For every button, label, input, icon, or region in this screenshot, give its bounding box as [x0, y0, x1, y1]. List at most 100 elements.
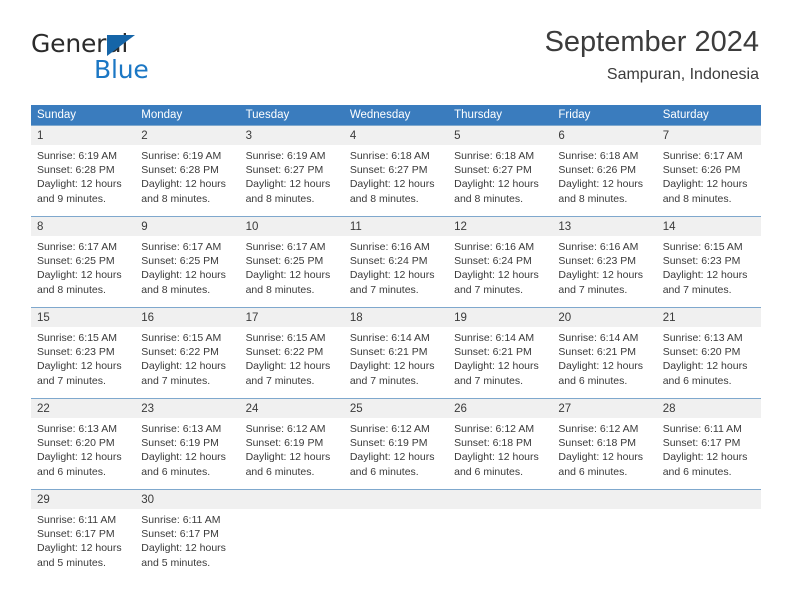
day-cell[interactable]: 19 Sunrise: 6:14 AM Sunset: 6:21 PM Dayl…: [448, 308, 553, 398]
day-cell[interactable]: 1 Sunrise: 6:19 AM Sunset: 6:28 PM Dayli…: [31, 126, 136, 216]
sunset-text: Sunset: 6:24 PM: [349, 255, 428, 268]
day-number: 18: [349, 312, 363, 324]
day-cell[interactable]: 7 Sunrise: 6:17 AM Sunset: 6:26 PM Dayli…: [656, 126, 761, 216]
day-cell[interactable]: 26 Sunrise: 6:12 AM Sunset: 6:18 PM Dayl…: [448, 399, 553, 489]
daylight-text-line1: Daylight: 12 hours: [141, 451, 226, 464]
day-number: 7: [662, 130, 670, 142]
day-cell[interactable]: 29 Sunrise: 6:11 AM Sunset: 6:17 PM Dayl…: [31, 490, 136, 580]
weekday-header-thursday: Thursday: [454, 109, 503, 121]
day-number: 5: [454, 130, 461, 142]
location-subtitle: Sampuran, Indonesia: [606, 66, 759, 84]
day-cell[interactable]: 23 Sunrise: 6:13 AM Sunset: 6:19 PM Dayl…: [135, 399, 240, 489]
sunrise-text: Sunrise: 6:11 AM: [662, 423, 742, 435]
day-number: 29: [37, 494, 50, 506]
day-cell[interactable]: 14 Sunrise: 6:15 AM Sunset: 6:23 PM Dayl…: [656, 217, 761, 307]
day-number: 24: [245, 403, 259, 415]
daylight-text-line2: and 5 minutes.: [37, 556, 106, 569]
day-cell[interactable]: 25 Sunrise: 6:12 AM Sunset: 6:19 PM Dayl…: [343, 399, 449, 489]
sunrise-text: Sunrise: 6:12 AM: [349, 423, 430, 435]
day-details: Sunrise: 6:11 AM Sunset: 6:17 PM Dayligh…: [135, 509, 239, 570]
sunset-text: Sunset: 6:23 PM: [558, 255, 637, 268]
day-details: Sunrise: 6:19 AM Sunset: 6:27 PM Dayligh…: [240, 145, 344, 206]
daylight-text-line2: and 6 minutes.: [245, 465, 315, 478]
calendar-page: General Blue September 2024 Sampuran, In…: [0, 0, 792, 612]
sunset-text: Sunset: 6:21 PM: [349, 346, 428, 359]
day-number: 23: [141, 403, 155, 415]
daylight-text-line1: Daylight: 12 hours: [454, 451, 539, 464]
day-cell[interactable]: 10 Sunrise: 6:17 AM Sunset: 6:25 PM Dayl…: [239, 217, 344, 307]
sunset-text: Sunset: 6:23 PM: [37, 346, 115, 359]
day-cell[interactable]: 5 Sunrise: 6:18 AM Sunset: 6:27 PM Dayli…: [448, 126, 553, 216]
sunrise-text: Sunrise: 6:11 AM: [37, 514, 117, 526]
weekday-header-sunday: Sunday: [37, 109, 77, 121]
day-cell[interactable]: 21 Sunrise: 6:13 AM Sunset: 6:20 PM Dayl…: [656, 308, 761, 398]
day-cell[interactable]: 3 Sunrise: 6:19 AM Sunset: 6:27 PM Dayli…: [239, 126, 344, 216]
sunrise-text: Sunrise: 6:18 AM: [454, 150, 535, 162]
day-cell[interactable]: 17 Sunrise: 6:15 AM Sunset: 6:22 PM Dayl…: [239, 308, 344, 398]
daylight-text-line2: and 6 minutes.: [558, 374, 628, 387]
daylight-text-line1: Daylight: 12 hours: [245, 451, 331, 464]
daylight-text-line2: and 8 minutes.: [37, 283, 106, 296]
day-cell[interactable]: 16 Sunrise: 6:15 AM Sunset: 6:22 PM Dayl…: [135, 308, 240, 398]
day-cell[interactable]: 13 Sunrise: 6:16 AM Sunset: 6:23 PM Dayl…: [552, 217, 657, 307]
day-number: 2: [141, 130, 148, 142]
day-details: Sunrise: 6:14 AM Sunset: 6:21 PM Dayligh…: [344, 327, 448, 388]
sunset-text: Sunset: 6:22 PM: [245, 346, 324, 359]
sunset-text: Sunset: 6:24 PM: [454, 255, 532, 268]
day-cell[interactable]: 2 Sunrise: 6:19 AM Sunset: 6:28 PM Dayli…: [135, 126, 240, 216]
day-details: Sunrise: 6:14 AM Sunset: 6:21 PM Dayligh…: [552, 327, 656, 388]
sunset-text: Sunset: 6:25 PM: [245, 255, 324, 268]
sunrise-text: Sunrise: 6:19 AM: [37, 150, 117, 162]
day-details: Sunrise: 6:16 AM Sunset: 6:24 PM Dayligh…: [448, 236, 552, 297]
day-number: 25: [349, 403, 363, 415]
day-number: 21: [662, 312, 676, 324]
day-details: Sunrise: 6:17 AM Sunset: 6:25 PM Dayligh…: [31, 236, 135, 297]
sunrise-text: Sunrise: 6:18 AM: [558, 150, 639, 162]
day-cell[interactable]: 28 Sunrise: 6:11 AM Sunset: 6:17 PM Dayl…: [656, 399, 761, 489]
day-cell[interactable]: 24 Sunrise: 6:12 AM Sunset: 6:19 PM Dayl…: [239, 399, 344, 489]
day-number: [552, 490, 656, 509]
sunrise-text: Sunrise: 6:12 AM: [454, 423, 535, 435]
day-details: Sunrise: 6:11 AM Sunset: 6:17 PM Dayligh…: [31, 509, 135, 570]
sunrise-text: Sunrise: 6:11 AM: [141, 514, 221, 526]
sunrise-text: Sunrise: 6:14 AM: [558, 332, 639, 344]
day-cell[interactable]: 9 Sunrise: 6:17 AM Sunset: 6:25 PM Dayli…: [135, 217, 240, 307]
sunrise-text: Sunrise: 6:17 AM: [245, 241, 326, 253]
day-cell[interactable]: 27 Sunrise: 6:12 AM Sunset: 6:18 PM Dayl…: [552, 399, 657, 489]
day-cell[interactable]: 18 Sunrise: 6:14 AM Sunset: 6:21 PM Dayl…: [343, 308, 449, 398]
sunrise-text: Sunrise: 6:13 AM: [662, 332, 743, 344]
daylight-text-line1: Daylight: 12 hours: [662, 451, 748, 464]
daylight-text-line2: and 6 minutes.: [349, 465, 419, 478]
day-cell[interactable]: 30 Sunrise: 6:11 AM Sunset: 6:17 PM Dayl…: [135, 490, 240, 580]
day-cell[interactable]: 8 Sunrise: 6:17 AM Sunset: 6:25 PM Dayli…: [31, 217, 136, 307]
sunrise-text: Sunrise: 6:16 AM: [558, 241, 639, 253]
daylight-text-line1: Daylight: 12 hours: [245, 360, 331, 373]
daylight-text-line1: Daylight: 12 hours: [662, 178, 748, 191]
day-cell[interactable]: 15 Sunrise: 6:15 AM Sunset: 6:23 PM Dayl…: [31, 308, 136, 398]
day-cell[interactable]: 6 Sunrise: 6:18 AM Sunset: 6:26 PM Dayli…: [552, 126, 657, 216]
day-details: Sunrise: 6:12 AM Sunset: 6:19 PM Dayligh…: [344, 418, 448, 479]
day-cell[interactable]: 11 Sunrise: 6:16 AM Sunset: 6:24 PM Dayl…: [343, 217, 449, 307]
calendar-week-row: 8 Sunrise: 6:17 AM Sunset: 6:25 PM Dayli…: [31, 216, 761, 307]
daylight-text-line1: Daylight: 12 hours: [349, 178, 435, 191]
daylight-text-line2: and 5 minutes.: [141, 556, 211, 569]
day-cell[interactable]: 20 Sunrise: 6:14 AM Sunset: 6:21 PM Dayl…: [552, 308, 657, 398]
day-details: Sunrise: 6:18 AM Sunset: 6:27 PM Dayligh…: [448, 145, 552, 206]
day-cell[interactable]: 12 Sunrise: 6:16 AM Sunset: 6:24 PM Dayl…: [448, 217, 553, 307]
daylight-text-line2: and 7 minutes.: [662, 283, 732, 296]
day-cell[interactable]: 4 Sunrise: 6:18 AM Sunset: 6:27 PM Dayli…: [343, 126, 449, 216]
sunrise-text: Sunrise: 6:15 AM: [37, 332, 117, 344]
day-number: 17: [245, 312, 259, 324]
day-details: Sunrise: 6:17 AM Sunset: 6:25 PM Dayligh…: [240, 236, 344, 297]
daylight-text-line1: Daylight: 12 hours: [245, 178, 331, 191]
day-number: 27: [558, 403, 572, 415]
day-details: Sunrise: 6:15 AM Sunset: 6:22 PM Dayligh…: [240, 327, 344, 388]
day-details: Sunrise: 6:14 AM Sunset: 6:21 PM Dayligh…: [448, 327, 552, 388]
general-blue-logo[interactable]: General Blue: [31, 31, 231, 83]
daylight-text-line2: and 6 minutes.: [37, 465, 106, 478]
sunset-text: Sunset: 6:21 PM: [558, 346, 637, 359]
day-number: [448, 490, 552, 509]
daylight-text-line2: and 6 minutes.: [558, 465, 628, 478]
day-cell[interactable]: 22 Sunrise: 6:13 AM Sunset: 6:20 PM Dayl…: [31, 399, 136, 489]
sunset-text: Sunset: 6:25 PM: [37, 255, 115, 268]
